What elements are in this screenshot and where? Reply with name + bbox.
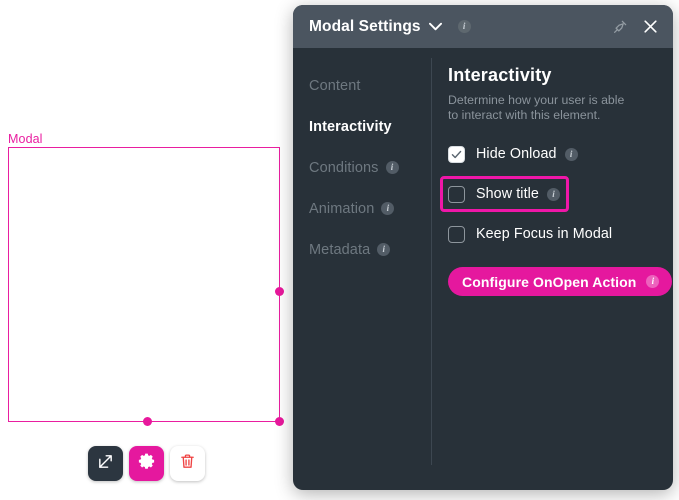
pin-icon[interactable] <box>612 19 628 35</box>
external-link-icon <box>97 453 114 475</box>
info-icon[interactable]: i <box>381 202 395 215</box>
panel-header: Modal Settings i <box>293 5 673 48</box>
open-external-button[interactable] <box>88 446 123 481</box>
sidebar-item-metadata[interactable]: Metadata i <box>293 229 432 270</box>
resize-handle-right-middle[interactable] <box>275 287 284 296</box>
checkbox-label: Hide Onload <box>476 146 557 162</box>
info-icon[interactable]: i <box>385 161 399 174</box>
sidebar-item-content[interactable]: Content <box>293 65 432 106</box>
checkbox-label: Keep Focus in Modal <box>476 226 613 242</box>
element-toolbar <box>88 446 205 481</box>
sidebar-item-label: Content <box>309 77 361 94</box>
panel-content: Interactivity Determine how your user is… <box>432 48 673 490</box>
section-description: Determine how your user is able to inter… <box>448 93 625 122</box>
checkbox-row-hide-onload[interactable]: Hide Onload i <box>448 139 578 169</box>
delete-button[interactable] <box>170 446 205 481</box>
sidebar-item-label: Metadata <box>309 241 371 258</box>
info-icon[interactable]: i <box>564 147 578 161</box>
checkbox-label: Show title <box>476 186 539 202</box>
info-icon-glyph: i <box>457 20 471 33</box>
checkbox-show-title[interactable] <box>448 185 465 203</box>
sidebar-item-conditions[interactable]: Conditions i <box>293 147 432 188</box>
element-label: Modal <box>8 132 43 146</box>
resize-handle-bottom-right[interactable] <box>275 417 284 426</box>
info-icon[interactable]: i <box>457 20 471 33</box>
checkbox-row-keep-focus-in-modal[interactable]: Keep Focus in Modal <box>448 219 612 249</box>
chevron-down-icon[interactable] <box>428 22 442 31</box>
close-icon[interactable] <box>642 18 659 35</box>
settings-gear-button[interactable] <box>129 446 164 481</box>
info-icon[interactable]: i <box>646 275 660 288</box>
sidebar-item-interactivity[interactable]: Interactivity <box>293 106 432 147</box>
gear-icon <box>137 452 156 476</box>
panel-title: Modal Settings <box>309 17 421 35</box>
resize-handle-bottom-middle[interactable] <box>143 417 152 426</box>
modal-element-selection[interactable] <box>8 147 280 422</box>
sidebar-item-label: Animation <box>309 200 375 217</box>
checkbox-row-show-title[interactable]: Show title i <box>440 176 569 212</box>
modal-settings-panel: Modal Settings i Content Interactivity C… <box>293 5 673 490</box>
sidebar-item-label: Interactivity <box>309 118 392 135</box>
info-icon[interactable]: i <box>377 243 391 256</box>
trash-icon <box>179 453 196 475</box>
sidebar-item-label: Conditions <box>309 159 379 176</box>
panel-sidebar: Content Interactivity Conditions i Anima… <box>293 48 432 490</box>
info-icon[interactable]: i <box>546 187 560 201</box>
configure-onopen-action-label: Configure OnOpen Action <box>462 273 637 290</box>
checkbox-hide-onload[interactable] <box>448 145 465 163</box>
configure-onopen-action-button[interactable]: Configure OnOpen Action i <box>448 267 673 296</box>
section-heading: Interactivity <box>448 65 552 85</box>
checkbox-keep-focus-in-modal[interactable] <box>448 225 465 243</box>
sidebar-item-animation[interactable]: Animation i <box>293 188 432 229</box>
panel-body: Content Interactivity Conditions i Anima… <box>293 48 673 490</box>
